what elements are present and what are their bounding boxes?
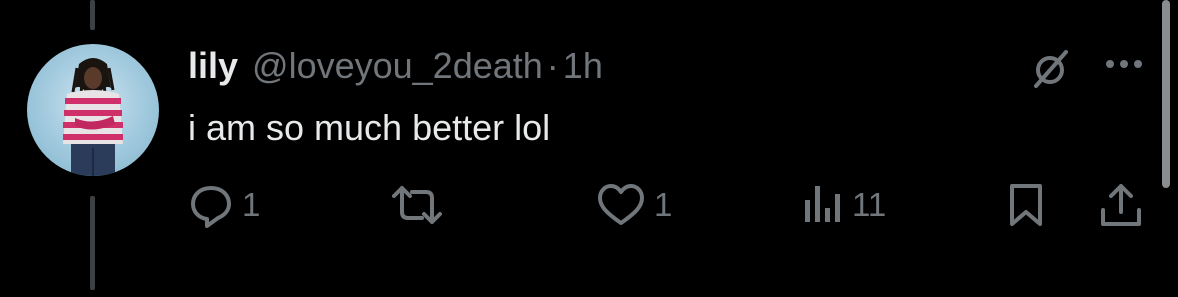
reply-count: 1 <box>242 186 261 223</box>
views-chart-icon <box>805 186 840 222</box>
retweet-icon <box>392 186 442 224</box>
tweet-text: i am so much better lol <box>188 107 551 148</box>
bookmark-button[interactable] <box>1006 180 1046 230</box>
share-button[interactable] <box>1098 180 1144 230</box>
more-icon[interactable] <box>1102 52 1146 76</box>
like-button[interactable]: 1 <box>596 180 672 230</box>
like-count: 1 <box>654 186 673 223</box>
bookmark-icon <box>1010 184 1042 226</box>
tweet-header: lily @loveyou_2death · 1h <box>188 44 603 88</box>
separator-dot: · <box>546 45 559 86</box>
action-bar: 1 1 11 <box>0 180 1178 230</box>
views-button[interactable]: 11 <box>802 180 886 230</box>
timestamp[interactable]: 1h <box>563 44 603 88</box>
reply-icon <box>191 186 231 228</box>
thread-line-top <box>90 0 95 30</box>
retweet-button[interactable] <box>392 180 450 230</box>
views-count: 11 <box>852 186 887 223</box>
heart-icon <box>598 184 644 225</box>
user-handle[interactable]: @loveyou_2death <box>252 44 543 88</box>
grok-icon[interactable] <box>1028 46 1072 90</box>
display-name[interactable]: lily <box>188 44 238 88</box>
avatar-image <box>63 58 123 176</box>
scrollbar[interactable] <box>1162 0 1170 188</box>
avatar[interactable] <box>27 44 159 176</box>
share-icon <box>1101 184 1141 226</box>
reply-button[interactable]: 1 <box>188 180 260 230</box>
tweet-view: lily @loveyou_2death · 1h i am so much b… <box>0 0 1178 297</box>
